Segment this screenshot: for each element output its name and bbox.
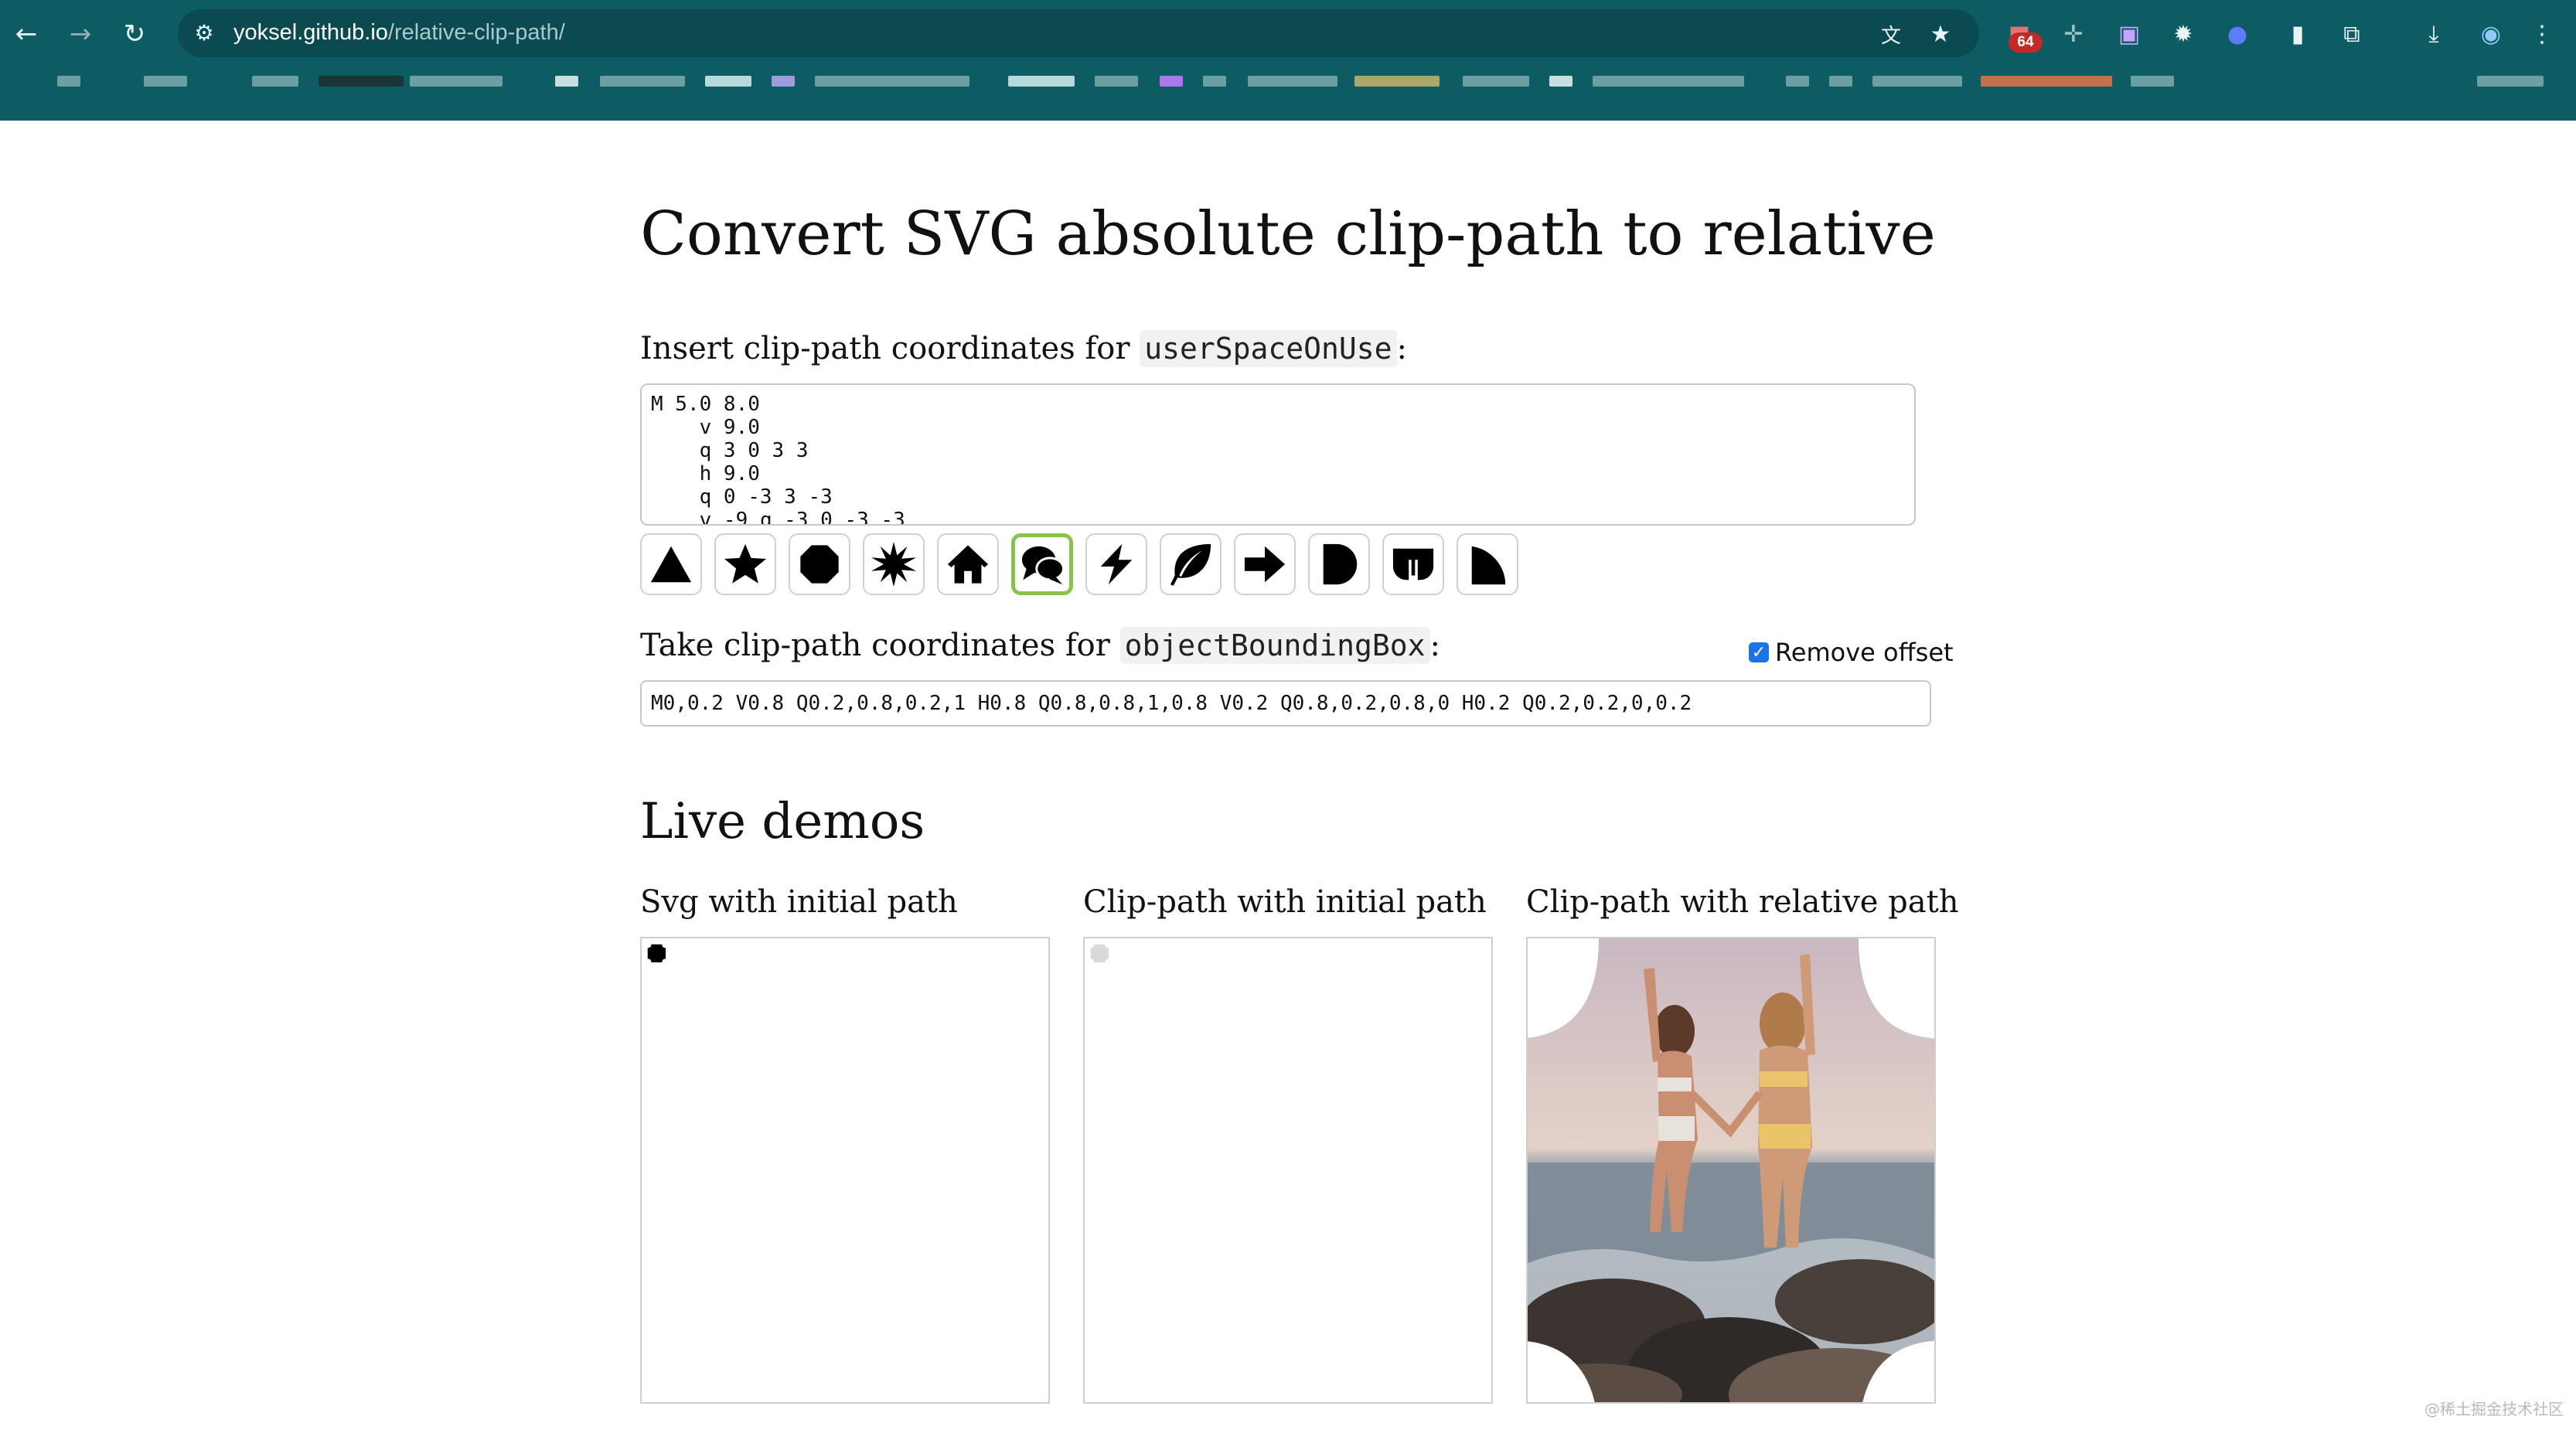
bookmark-item[interactable] bbox=[319, 76, 404, 87]
clipped-initial-preview bbox=[1090, 944, 1109, 962]
back-icon[interactable]: ← bbox=[5, 12, 48, 56]
bookmark-item[interactable] bbox=[1095, 76, 1138, 87]
magnet-shape-button[interactable] bbox=[1382, 533, 1444, 595]
remove-offset-toggle[interactable]: ✓ Remove offset bbox=[1749, 635, 1954, 669]
leaf-icon bbox=[1170, 543, 1211, 586]
bookmark-item[interactable] bbox=[815, 76, 969, 87]
bookmark-item[interactable] bbox=[57, 76, 80, 87]
live-demos-title: Live demos bbox=[640, 793, 925, 850]
bookmark-item[interactable] bbox=[1549, 76, 1573, 87]
octagon-icon bbox=[800, 545, 839, 584]
demo-label: Svg with initial path bbox=[640, 884, 958, 920]
bookmark-item[interactable] bbox=[2131, 76, 2174, 87]
clip-relative-demo bbox=[1526, 937, 1936, 1404]
watermark: @稀土掘金技术社区 bbox=[2424, 1400, 2564, 1418]
burst-shape-button[interactable] bbox=[863, 533, 925, 595]
object-bbox-code: objectBoundingBox bbox=[1119, 627, 1430, 664]
bookmark-item[interactable] bbox=[600, 76, 685, 87]
site-settings-icon[interactable]: ⚙ bbox=[189, 17, 220, 48]
octagon-shape-button[interactable] bbox=[789, 533, 850, 595]
lightning-icon bbox=[1100, 543, 1133, 585]
magnet-icon bbox=[1392, 548, 1434, 581]
triangle-icon bbox=[650, 546, 692, 583]
extension-icon[interactable]: ▮ bbox=[2281, 17, 2315, 51]
clip-path-input[interactable]: M 5.0 8.0 v 9.0 q 3 0 3 3 h 9.0 q 0 -3 3… bbox=[640, 383, 1916, 526]
beach-photo-clipped bbox=[1528, 938, 1934, 1402]
page-title: Convert SVG absolute clip-path to relati… bbox=[640, 199, 1936, 269]
triangle-shape-button[interactable] bbox=[640, 533, 702, 595]
star-shape-button[interactable] bbox=[714, 533, 776, 595]
extensions-puzzle-icon[interactable]: ⧉ bbox=[2335, 17, 2369, 51]
bookmark-item[interactable] bbox=[2477, 76, 2544, 87]
relative-path-output[interactable]: M0,0.2 V0.8 Q0.2,0.8,0.2,1 H0.8 Q0.8,0.8… bbox=[640, 680, 1931, 727]
extension-icon[interactable]: ● bbox=[2220, 17, 2254, 51]
lightning-shape-button[interactable] bbox=[1085, 533, 1147, 595]
bookmark-item[interactable] bbox=[144, 76, 187, 87]
forward-icon[interactable]: → bbox=[59, 12, 102, 56]
bookmark-item[interactable] bbox=[1008, 76, 1075, 87]
burst-icon bbox=[871, 542, 916, 587]
bookmark-item[interactable] bbox=[555, 76, 578, 87]
remove-offset-label: Remove offset bbox=[1775, 638, 1954, 667]
extension-icon[interactable]: ▣ bbox=[2112, 17, 2146, 51]
demo-label: Clip-path with initial path bbox=[1083, 884, 1487, 920]
insert-label: Insert clip-path coordinates for userSpa… bbox=[640, 330, 1407, 367]
quarter-shape-icon bbox=[1471, 546, 1506, 585]
bookmark-star-icon[interactable]: ★ bbox=[1923, 17, 1958, 51]
bookmark-item[interactable] bbox=[410, 76, 503, 87]
url-text[interactable]: yoksel.github.io/relative-clip-path/ bbox=[233, 15, 565, 49]
translate-icon[interactable]: 文 bbox=[1874, 17, 1908, 51]
speech-bubbles-icon bbox=[1021, 546, 1065, 585]
user-space-code: userSpaceOnUse bbox=[1140, 330, 1397, 367]
reload-icon[interactable]: ↻ bbox=[113, 12, 156, 56]
extension-badge: 64 bbox=[2009, 32, 2043, 53]
quarter-shape-button[interactable] bbox=[1457, 533, 1518, 595]
half-circle-shape-button[interactable] bbox=[1308, 533, 1370, 595]
profile-avatar-icon[interactable]: ◉ bbox=[2474, 17, 2508, 51]
bookmark-item[interactable] bbox=[1248, 76, 1337, 87]
bookmark-item[interactable] bbox=[1981, 76, 2112, 87]
demo-label: Clip-path with relative path bbox=[1526, 884, 1959, 920]
extension-icon[interactable]: ✛ bbox=[2056, 17, 2090, 51]
leaf-shape-button[interactable] bbox=[1160, 533, 1222, 595]
bookmark-item[interactable] bbox=[1829, 76, 1852, 87]
clip-initial-demo bbox=[1083, 937, 1493, 1404]
bookmark-item[interactable] bbox=[1354, 76, 1440, 87]
bookmarks-bar bbox=[0, 70, 2576, 93]
download-icon[interactable]: ⤓ bbox=[2417, 17, 2451, 51]
bookmark-item[interactable] bbox=[1203, 76, 1226, 87]
speech-bubbles-shape-button[interactable] bbox=[1011, 533, 1073, 595]
arrow-icon bbox=[1244, 546, 1286, 583]
house-shape-button[interactable] bbox=[937, 533, 999, 595]
house-icon bbox=[947, 545, 989, 584]
extension-icon[interactable]: ✹ bbox=[2166, 17, 2200, 51]
bookmark-item[interactable] bbox=[1593, 76, 1744, 87]
half-circle-icon bbox=[1323, 543, 1358, 585]
arrow-shape-button[interactable] bbox=[1234, 533, 1296, 595]
svg-initial-demo bbox=[640, 937, 1050, 1404]
bookmark-item[interactable] bbox=[1160, 76, 1183, 87]
bookmark-item[interactable] bbox=[772, 76, 795, 87]
bookmark-item[interactable] bbox=[705, 76, 751, 87]
star-icon bbox=[724, 543, 766, 584]
remove-offset-checkbox[interactable]: ✓ bbox=[1749, 642, 1769, 662]
bookmark-item[interactable] bbox=[1872, 76, 1962, 87]
take-label: Take clip-path coordinates for objectBou… bbox=[640, 627, 1440, 664]
bookmark-item[interactable] bbox=[252, 76, 298, 87]
bookmark-item[interactable] bbox=[1786, 76, 1809, 87]
browser-chrome: ← → ↻ ⚙ yoksel.github.io/relative-clip-p… bbox=[0, 0, 2576, 121]
menu-kebab-icon[interactable]: ⋮ bbox=[2525, 17, 2559, 51]
initial-path-preview bbox=[647, 944, 666, 962]
bookmark-item[interactable] bbox=[1463, 76, 1529, 87]
